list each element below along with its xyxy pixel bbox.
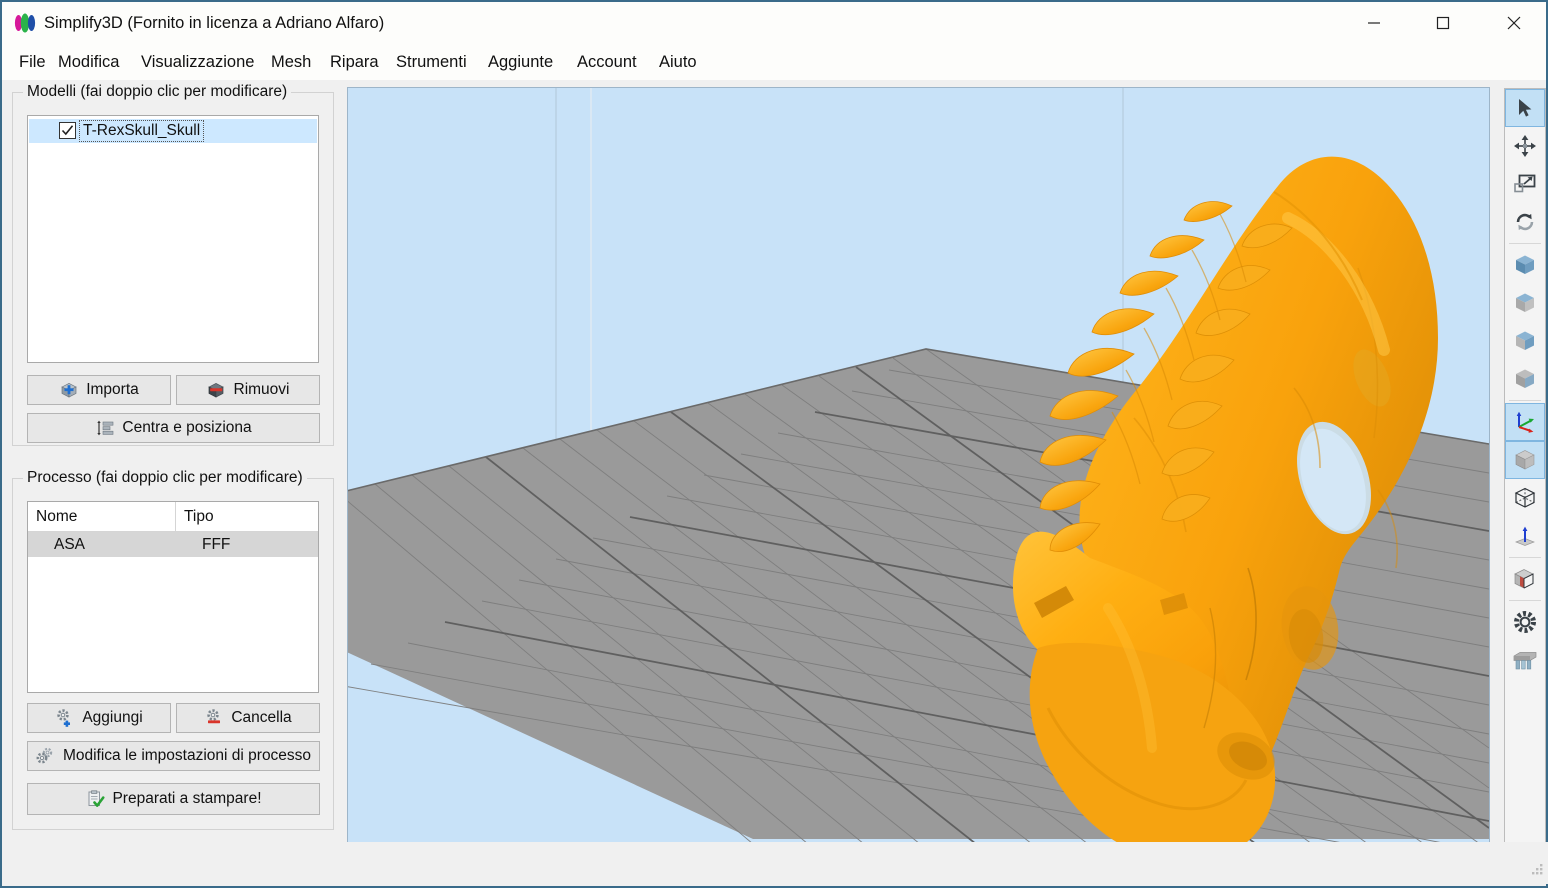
- toolbar-divider-2: [1509, 400, 1541, 401]
- resize-grip[interactable]: [1530, 862, 1544, 881]
- cube-left-icon: [1516, 293, 1534, 312]
- cube-front-icon: [1516, 255, 1534, 274]
- process-table[interactable]: Nome Tipo ASA FFF: [27, 501, 319, 693]
- model-checkbox[interactable]: [59, 122, 76, 139]
- cross-section-view[interactable]: [1505, 560, 1545, 598]
- models-list[interactable]: T-RexSkull_Skull: [27, 115, 319, 363]
- left-panel: Modelli (fai doppio clic per modificare)…: [4, 80, 342, 846]
- add-process-button-label: Aggiungi: [82, 709, 143, 726]
- models-group-title: Modelli (fai doppio clic per modificare): [23, 83, 292, 101]
- process-group: Processo (fai doppio clic per modificare…: [12, 469, 334, 830]
- menu-account[interactable]: Account: [570, 44, 644, 80]
- view-front[interactable]: [1505, 246, 1545, 284]
- show-axes[interactable]: [1505, 403, 1545, 441]
- scale-resize-icon: [1514, 174, 1536, 193]
- add-process-button[interactable]: Aggiungi: [27, 703, 171, 733]
- table-header: Nome Tipo: [28, 502, 318, 532]
- model-name-label: T-RexSkull_Skull: [78, 120, 205, 142]
- view-left[interactable]: [1505, 284, 1545, 322]
- menu-mesh[interactable]: Mesh: [264, 44, 318, 80]
- close-icon: [1507, 16, 1521, 30]
- 3d-scene: [348, 88, 1489, 844]
- view-right[interactable]: [1505, 322, 1545, 360]
- cube-top-icon: [1516, 369, 1534, 388]
- delete-process-button-label: Cancella: [231, 709, 292, 726]
- list-item[interactable]: T-RexSkull_Skull: [29, 119, 317, 143]
- delete-process-button[interactable]: Cancella: [176, 703, 320, 733]
- move-arrows-icon: [1514, 135, 1536, 157]
- application-window: Simplify3D (Fornito in licenza a Adriano…: [0, 0, 1548, 888]
- edit-process-settings-button[interactable]: Modifica le impostazioni di processo: [27, 741, 320, 771]
- cursor-arrow-icon: [1519, 99, 1532, 117]
- maximize-button[interactable]: [1420, 2, 1466, 44]
- simplify3d-logo-icon: [14, 13, 36, 33]
- gear-minus-icon: [204, 708, 224, 728]
- toolbar-divider-4: [1509, 600, 1541, 601]
- center-arrange-button-label: Centra e posiziona: [122, 419, 252, 436]
- checkmark-icon: [61, 125, 74, 136]
- supports-icon: [1513, 652, 1537, 670]
- center-arrange-button[interactable]: Centra e posiziona: [27, 413, 320, 443]
- cross-section-icon: [1514, 569, 1534, 589]
- menu-modifica[interactable]: Modifica: [51, 44, 126, 80]
- prepare-to-print-button-label: Preparati a stampare!: [112, 790, 262, 807]
- move-tool[interactable]: [1505, 127, 1545, 165]
- cube-minus-icon: [207, 380, 227, 400]
- menu-file[interactable]: File: [12, 44, 53, 80]
- supports[interactable]: [1505, 641, 1545, 679]
- table-row[interactable]: ASA FFF: [28, 532, 318, 557]
- scale-tool[interactable]: [1505, 165, 1545, 203]
- cube-solid-icon: [1515, 450, 1535, 470]
- process-group-title: Processo (fai doppio clic per modificare…: [23, 469, 307, 487]
- view-toolbar: [1504, 88, 1546, 845]
- cube-right-icon: [1516, 331, 1534, 350]
- cube-wireframe-icon: [1514, 487, 1536, 508]
- prepare-to-print-button[interactable]: Preparati a stampare!: [27, 783, 320, 815]
- align-center-icon: [95, 418, 115, 438]
- axes-icon: [1516, 411, 1534, 433]
- close-button[interactable]: [1491, 2, 1537, 44]
- title-bar: Simplify3D (Fornito in licenza a Adriano…: [2, 2, 1546, 44]
- view-top[interactable]: [1505, 360, 1545, 398]
- toolbar-divider-3: [1509, 557, 1541, 558]
- import-button-label: Importa: [86, 381, 139, 398]
- select-tool[interactable]: [1505, 89, 1545, 127]
- window-title: Simplify3D (Fornito in licenza a Adriano…: [44, 14, 385, 32]
- remove-button[interactable]: Rimuovi: [176, 375, 320, 405]
- gears-icon: [36, 746, 56, 766]
- edit-process-settings-button-label: Modifica le impostazioni di processo: [62, 747, 312, 764]
- column-header-tipo: Tipo: [184, 508, 214, 525]
- maximize-icon: [1436, 16, 1450, 30]
- cell-process-name: ASA: [54, 536, 86, 553]
- menu-strumenti[interactable]: Strumenti: [389, 44, 474, 80]
- solid-view[interactable]: [1505, 441, 1545, 479]
- settings[interactable]: [1505, 603, 1545, 641]
- column-header-nome: Nome: [28, 502, 176, 531]
- rotate-arrows-icon: [1516, 213, 1534, 231]
- menu-ripara[interactable]: Ripara: [323, 44, 386, 80]
- normals-view[interactable]: [1505, 517, 1545, 555]
- cube-plus-icon: [59, 380, 79, 400]
- rotate-tool[interactable]: [1505, 203, 1545, 241]
- remove-button-label: Rimuovi: [233, 381, 290, 398]
- minimize-icon: [1368, 22, 1380, 24]
- menu-aggiunte[interactable]: Aggiunte: [481, 44, 560, 80]
- gear-icon: [1514, 611, 1536, 633]
- toolbar-divider-1: [1509, 243, 1541, 244]
- menu-aiuto[interactable]: Aiuto: [652, 44, 704, 80]
- cell-process-type: FFF: [202, 536, 231, 553]
- 3d-viewport[interactable]: [347, 87, 1490, 845]
- menu-bar: File Modifica Visualizzazione Mesh Ripar…: [2, 44, 1546, 80]
- resize-grip-icon: [1532, 864, 1543, 875]
- wireframe-view[interactable]: [1505, 479, 1545, 517]
- gear-plus-icon: [55, 708, 75, 728]
- models-group: Modelli (fai doppio clic per modificare)…: [12, 83, 334, 446]
- clipboard-check-icon: [85, 789, 105, 809]
- import-button[interactable]: Importa: [27, 375, 171, 405]
- minimize-button[interactable]: [1351, 2, 1397, 44]
- menu-visualizzazione[interactable]: Visualizzazione: [134, 44, 261, 80]
- status-bar: [4, 842, 1548, 884]
- normal-vector-icon: [1515, 526, 1535, 546]
